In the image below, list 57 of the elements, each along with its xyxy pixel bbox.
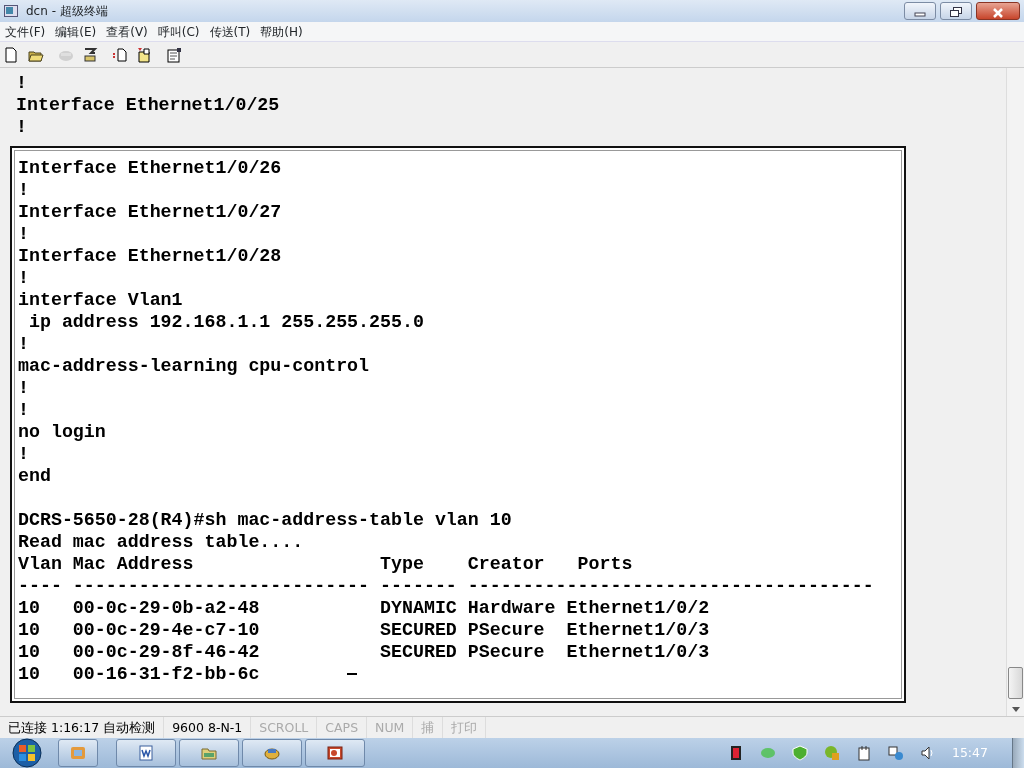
terminal-line: ! [18,267,29,289]
terminal-line: 10 00-0c-29-4e-c7-10 SECURED PSecure Ethernet1/0/3 [18,619,710,641]
menu-item[interactable]: 文件(F) [0,22,51,41]
terminal-line: Interface Ethernet1/0/26 [18,157,282,179]
close-button[interactable] [976,2,1020,20]
menu-item[interactable]: 帮助(H) [255,22,308,41]
terminal-line: Interface Ethernet1/0/27 [18,201,282,223]
terminal-line: Interface Ethernet1/0/28 [18,245,282,267]
close-icon [992,7,1004,18]
terminal-line: ! [18,223,29,245]
taskbar-button[interactable] [179,739,239,767]
terminal-line: DCRS-5650-28(R4)#sh mac-address-table vlan 10 [18,509,512,531]
terminal-line: ---- --------------------------- ------- ------------------------------------- [18,575,874,597]
menu-item[interactable]: 编辑(E) [50,22,102,41]
menu-item[interactable]: 呼叫(C) [152,22,205,41]
scrollbar[interactable] [1006,68,1024,716]
window-title: dcn - 超级终端 [26,3,109,20]
terminal-line: end [18,465,51,487]
terminal-line: 10 00-16-31-f2-bb-6c [18,663,260,685]
menu-item[interactable]: 传送(T) [204,22,256,41]
terminal-line: ! [16,116,28,138]
terminal-line: ! [18,179,29,201]
scrollbar-thumb[interactable] [1008,667,1023,699]
presentation-icon [326,744,344,762]
app-icon [4,5,18,17]
restore-icon [950,7,962,18]
restore-button[interactable] [940,2,972,20]
terminal-line: 10 00-0c-29-0b-a2-48 DYNAMIC Hardware Ethernet1/0/2 [18,597,710,619]
terminal-line: interface Vlan1 [18,289,183,311]
properties-icon[interactable] [166,46,182,63]
terminal-line: no login [18,421,106,443]
send-file-icon[interactable] [112,46,128,63]
terminal-line: ! [18,333,29,355]
terminal-line: Vlan Mac Address Type Creator Ports [18,553,633,575]
window-icon [69,744,87,762]
terminal-line: ip address 192.168.1.1 255.255.255.0 [27,311,424,333]
document-icon[interactable] [4,46,20,63]
taskbar-button[interactable] [305,739,365,767]
taskbar-button[interactable] [58,739,98,767]
terminal-line: mac-address-learning cpu-control [18,355,370,377]
start-button[interactable] [10,738,44,768]
menu-item[interactable]: 查看(V) [101,22,153,41]
document-icon [137,744,155,762]
taskbar-button[interactable] [242,739,302,767]
text-cursor [347,673,358,675]
terminal-line: 10 00-0c-29-8f-46-42 SECURED PSecure Ethernet1/0/3 [18,641,710,663]
taskbar-button[interactable] [116,739,176,767]
terminal-line: Interface Ethernet1/0/25 [16,94,281,116]
terminal-line: Read mac address table.... [18,531,304,553]
terminal-line: ! [18,399,29,421]
speaker-icon[interactable] [919,745,936,761]
terminal-line: ! [16,72,28,94]
terminal-line: ! [18,443,29,465]
scroll-down-icon[interactable] [1011,707,1020,712]
terminal-line: ! [18,377,29,399]
receive-file-icon[interactable] [136,46,152,63]
show-desktop-button[interactable] [1012,738,1024,768]
